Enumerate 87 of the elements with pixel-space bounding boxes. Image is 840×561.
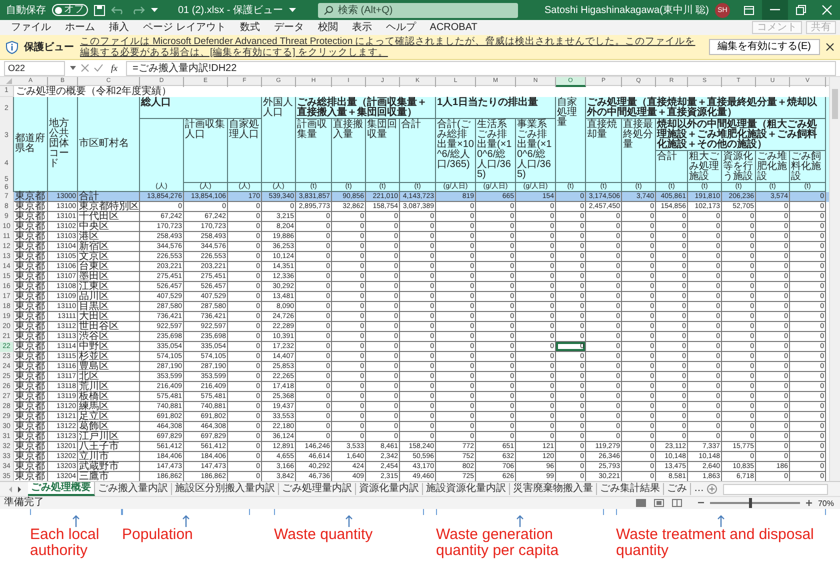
header-cell: 集団回収量: [366, 119, 400, 183]
header-cell: 外国人人口: [262, 97, 296, 183]
annotation-arrow: [516, 515, 524, 527]
protected-view-label: 保護ビュー: [24, 40, 74, 54]
vertical-scrollbar[interactable]: [829, 77, 840, 481]
redo-icon[interactable]: [131, 5, 145, 15]
annotation-arrow: [717, 515, 725, 527]
insert-function-button[interactable]: fx: [108, 63, 120, 73]
undo-icon[interactable]: [111, 5, 125, 15]
header-cell: ごみ総排出量（計画収集量＋直接搬入量＋集団回収量）: [296, 97, 436, 119]
add-sheet-icon[interactable]: [707, 484, 717, 494]
header-cell: ごみ飼料化施設: [790, 151, 826, 183]
header-cell: 計画収集量: [296, 119, 332, 183]
restore-icon[interactable]: [796, 5, 806, 15]
file-title[interactable]: 01 (2).xlsx - 保護ビュー: [178, 3, 284, 17]
page-break-icon[interactable]: [672, 499, 682, 507]
header-cell: 自家処理量: [556, 97, 586, 183]
user-name[interactable]: Satoshi Higashinakagawa(東中川 聡): [544, 3, 709, 17]
header-cell: 都道府県名: [14, 97, 48, 192]
page-layout-icon[interactable]: [654, 499, 664, 507]
header-cell: 粗大ごみ処理施設: [688, 151, 722, 183]
name-box[interactable]: O22: [4, 60, 65, 76]
header-cell: 事業系ごみ排出量(×10^6/総人口/365): [516, 119, 556, 183]
menu-tab[interactable]: 表示: [344, 22, 379, 34]
search-icon[interactable]: [324, 6, 334, 14]
header-cell: 合計: [400, 119, 436, 183]
save-icon[interactable]: [94, 4, 105, 16]
header-cell: 直接搬入量: [332, 119, 366, 183]
annotation-label: Waste generation quantity per capita: [436, 527, 560, 559]
sheet-tab[interactable]: 資源化量内訳: [356, 483, 423, 495]
menu-tab[interactable]: 挿入: [102, 22, 136, 34]
header-cell: 生活系ごみ排出量(×10^6/総人口/365): [476, 119, 516, 183]
formula-field[interactable]: =ごみ搬入量内訳!DH22: [126, 60, 836, 76]
caret-icon[interactable]: [151, 7, 158, 13]
enable-editing-button[interactable]: 編集を有効にする(E): [708, 39, 820, 55]
menu-tab[interactable]: ACROBAT: [422, 22, 484, 34]
slider-thumb[interactable]: [749, 498, 752, 508]
header-cell: 総人口: [140, 97, 262, 119]
sheet-tab[interactable]: 災害廃棄物搬入量: [510, 483, 597, 495]
annotation-label: Each local authority: [30, 527, 100, 559]
menu-tab[interactable]: データ: [266, 22, 311, 34]
sheet-title: ごみ処理の概要（令和2年度実績）: [15, 86, 173, 97]
menu-tab[interactable]: 校閲: [310, 22, 345, 34]
sheet-tab[interactable]: ごみ処理概要: [28, 482, 95, 496]
header-cell: 計画収集人口: [184, 119, 228, 183]
close-icon[interactable]: [826, 43, 834, 51]
annotation-label: Waste quantity: [274, 527, 374, 543]
menu-tab[interactable]: ホーム: [58, 22, 102, 34]
annotation-arrow: [182, 515, 190, 527]
zoom-in-icon[interactable]: [806, 500, 812, 506]
minimize-icon[interactable]: [770, 9, 780, 11]
ribbon-display-icon[interactable]: [744, 6, 754, 14]
menu-tab[interactable]: ページ レイアウト: [136, 22, 233, 34]
search-field[interactable]: 検索 (Alt+Q): [318, 2, 518, 18]
more-tabs-button[interactable]: …: [691, 483, 707, 495]
horizontal-scrollbar[interactable]: [723, 484, 828, 494]
header-cell: 合計: [656, 151, 688, 183]
normal-view-icon[interactable]: [636, 499, 646, 507]
menu-tab[interactable]: 数式: [232, 22, 267, 34]
header-cell: 合計(ごみ総排出量×10^6/総人口/365): [436, 119, 476, 183]
sheet-tab[interactable]: 施設区分別搬入量内訳: [172, 483, 279, 495]
caret-icon[interactable]: [289, 7, 296, 13]
enter-icon[interactable]: [94, 64, 103, 72]
header-cell: ごみ処理量（直接焼却量＋直接最終処分量＋焼却以外の中間処理量＋直接資源化量）: [586, 97, 826, 119]
protected-view-message: このファイルは Microsoft Defender Advanced Threat Protection によって確認されましたが、脅威は検出されませんでした。このファイルを編集する必要がある場合は、[編集を有効にする] をクリックします。: [80, 36, 696, 58]
annotation-label: Waste treatment and disposal quantity: [616, 527, 815, 559]
status-text: 準備完了: [4, 498, 45, 508]
menu-tab[interactable]: ファイル: [4, 22, 58, 34]
dropdown-caret-icon[interactable]: [70, 66, 76, 70]
annotation-arrow: [72, 515, 80, 527]
annotation-label: Population: [122, 527, 194, 543]
header-cell: 焼却以外の中間処理量（粗大ごみ処理施設＋ごみ堆肥化施設＋ごみ飼料化施設＋その他の施設）: [656, 119, 826, 151]
sheet-tab[interactable]: 施設資源化量内訳: [423, 483, 510, 495]
header-cell: 資源化等を行う施設: [722, 151, 756, 183]
header-cell: 直接焼却量: [586, 119, 622, 183]
autosave-toggle[interactable]: オフ: [52, 4, 88, 16]
cancel-icon[interactable]: [81, 64, 89, 72]
header-cell: 1人1日当たりの排出量: [436, 97, 556, 119]
header-cell: 自家処理人口: [228, 119, 262, 183]
shield-info-icon: [6, 40, 18, 54]
header-cell: ごみ堆肥化施設: [756, 151, 790, 183]
header-cell: 直接最終処分量: [622, 119, 656, 183]
scroll-right-icon[interactable]: [17, 486, 22, 492]
menu-tab[interactable]: ヘルプ: [378, 22, 423, 34]
zoom-level[interactable]: 70%: [818, 498, 840, 508]
annotation-arrow: [345, 515, 353, 527]
autosave-label: 自動保存: [6, 4, 46, 17]
